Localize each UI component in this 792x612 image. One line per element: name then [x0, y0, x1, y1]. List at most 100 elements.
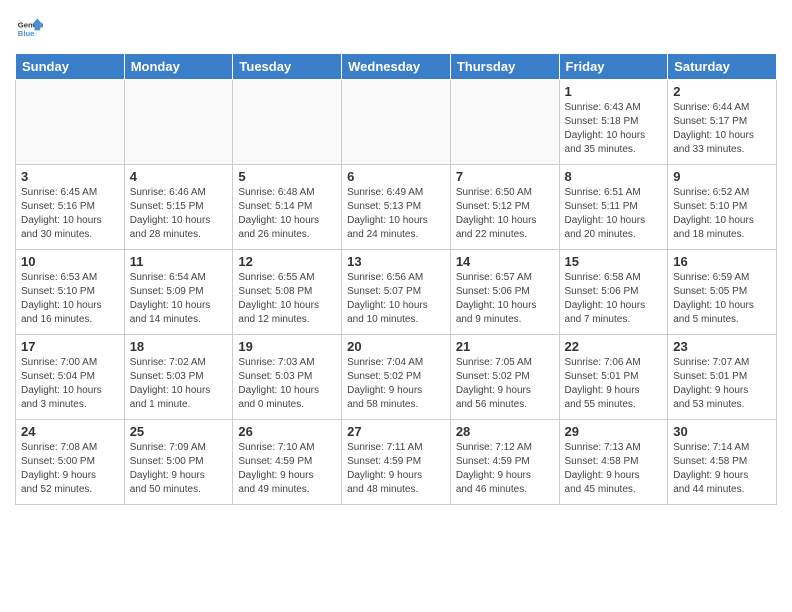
calendar-day-cell: 12 Sunrise: 6:55 AMSunset: 5:08 PMDayligh… — [233, 250, 342, 335]
calendar-day-cell — [124, 80, 233, 165]
day-info: Sunrise: 6:54 AMSunset: 5:09 PMDaylight:… — [130, 271, 228, 327]
calendar-day-cell: 21Sunrise: 7:05 AMSunset: 5:02 PMDayligh… — [450, 335, 559, 420]
day-info: Sunrise: 6:59 AMSunset: 5:05 PMDaylight:… — [673, 271, 771, 327]
day-info: Sunrise: 6:58 AMSunset: 5:06 PMDaylight:… — [565, 271, 663, 327]
day-info: Sunrise: 6:53 AMSunset: 5:10 PMDaylight:… — [21, 271, 119, 327]
calendar-day-cell: 16 Sunrise: 6:59 AMSunset: 5:05 PMDayligh… — [668, 250, 777, 335]
day-info: Sunrise: 7:00 AMSunset: 5:04 PMDaylight:… — [21, 356, 119, 412]
day-number: 18 — [130, 339, 228, 354]
weekday-header-cell: Tuesday — [233, 54, 342, 80]
calendar-day-cell: 24 Sunrise: 7:08 AMSunset: 5:00 PMDayligh… — [16, 420, 125, 505]
calendar-day-cell: 9 Sunrise: 6:52 AMSunset: 5:10 PMDaylight… — [668, 165, 777, 250]
calendar-day-cell: 27 Sunrise: 7:11 AMSunset: 4:59 PMDayligh… — [342, 420, 451, 505]
weekday-header-cell: Monday — [124, 54, 233, 80]
day-number: 29 — [565, 424, 663, 439]
day-number: 16 — [673, 254, 771, 269]
day-info: Sunrise: 7:12 AMSunset: 4:59 PMDaylight:… — [456, 441, 554, 497]
day-number: 15 — [565, 254, 663, 269]
day-number: 24 — [21, 424, 119, 439]
day-info: Sunrise: 6:50 AMSunset: 5:12 PMDaylight:… — [456, 186, 554, 242]
day-number: 14 — [456, 254, 554, 269]
calendar-day-cell: 1Sunrise: 6:43 AMSunset: 5:18 PMDaylight… — [559, 80, 668, 165]
day-number: 30 — [673, 424, 771, 439]
day-number: 4 — [130, 169, 228, 184]
calendar-week-row: 24 Sunrise: 7:08 AMSunset: 5:00 PMDayligh… — [16, 420, 777, 505]
calendar-day-cell: 20 Sunrise: 7:04 AMSunset: 5:02 PMDayligh… — [342, 335, 451, 420]
day-info: Sunrise: 7:09 AMSunset: 5:00 PMDaylight:… — [130, 441, 228, 497]
day-info: Sunrise: 6:46 AMSunset: 5:15 PMDaylight:… — [130, 186, 228, 242]
calendar-week-row: 10 Sunrise: 6:53 AMSunset: 5:10 PMDayligh… — [16, 250, 777, 335]
day-info: Sunrise: 7:04 AMSunset: 5:02 PMDaylight:… — [347, 356, 445, 412]
calendar-day-cell: 26 Sunrise: 7:10 AMSunset: 4:59 PMDayligh… — [233, 420, 342, 505]
day-info: Sunrise: 6:45 AMSunset: 5:16 PMDaylight:… — [21, 186, 119, 242]
calendar-body: 1Sunrise: 6:43 AMSunset: 5:18 PMDaylight… — [16, 80, 777, 505]
day-number: 11 — [130, 254, 228, 269]
day-number: 26 — [238, 424, 336, 439]
day-number: 27 — [347, 424, 445, 439]
calendar-day-cell: 3 Sunrise: 6:45 AMSunset: 5:16 PMDaylight… — [16, 165, 125, 250]
calendar-day-cell — [342, 80, 451, 165]
day-number: 19 — [238, 339, 336, 354]
calendar: SundayMondayTuesdayWednesdayThursdayFrid… — [15, 53, 777, 505]
day-number: 17 — [21, 339, 119, 354]
day-info: Sunrise: 7:07 AMSunset: 5:01 PMDaylight:… — [673, 356, 771, 412]
day-info: Sunrise: 6:52 AMSunset: 5:10 PMDaylight:… — [673, 186, 771, 242]
weekday-header-cell: Friday — [559, 54, 668, 80]
day-info: Sunrise: 7:14 AMSunset: 4:58 PMDaylight:… — [673, 441, 771, 497]
calendar-day-cell: 14 Sunrise: 6:57 AMSunset: 5:06 PMDayligh… — [450, 250, 559, 335]
calendar-day-cell: 6Sunrise: 6:49 AMSunset: 5:13 PMDaylight… — [342, 165, 451, 250]
day-number: 22 — [565, 339, 663, 354]
calendar-day-cell: 23 Sunrise: 7:07 AMSunset: 5:01 PMDayligh… — [668, 335, 777, 420]
logo: General Blue — [15, 15, 43, 43]
calendar-day-cell: 25Sunrise: 7:09 AMSunset: 5:00 PMDayligh… — [124, 420, 233, 505]
day-info: Sunrise: 7:13 AMSunset: 4:58 PMDaylight:… — [565, 441, 663, 497]
day-number: 2 — [673, 84, 771, 99]
day-info: Sunrise: 6:44 AMSunset: 5:17 PMDaylight:… — [673, 101, 771, 157]
weekday-header: SundayMondayTuesdayWednesdayThursdayFrid… — [16, 54, 777, 80]
calendar-day-cell: 5 Sunrise: 6:48 AMSunset: 5:14 PMDaylight… — [233, 165, 342, 250]
header: General Blue — [15, 15, 777, 43]
day-info: Sunrise: 7:02 AMSunset: 5:03 PMDaylight:… — [130, 356, 228, 412]
day-number: 3 — [21, 169, 119, 184]
day-info: Sunrise: 6:56 AMSunset: 5:07 PMDaylight:… — [347, 271, 445, 327]
calendar-day-cell: 18 Sunrise: 7:02 AMSunset: 5:03 PMDayligh… — [124, 335, 233, 420]
day-info: Sunrise: 7:06 AMSunset: 5:01 PMDaylight:… — [565, 356, 663, 412]
day-number: 7 — [456, 169, 554, 184]
calendar-day-cell: 7 Sunrise: 6:50 AMSunset: 5:12 PMDaylight… — [450, 165, 559, 250]
svg-text:Blue: Blue — [18, 29, 35, 38]
day-number: 10 — [21, 254, 119, 269]
day-number: 23 — [673, 339, 771, 354]
calendar-day-cell: 8 Sunrise: 6:51 AMSunset: 5:11 PMDaylight… — [559, 165, 668, 250]
logo-icon: General Blue — [15, 15, 43, 43]
weekday-header-cell: Sunday — [16, 54, 125, 80]
calendar-week-row: 17 Sunrise: 7:00 AMSunset: 5:04 PMDayligh… — [16, 335, 777, 420]
weekday-header-cell: Thursday — [450, 54, 559, 80]
calendar-day-cell: 28Sunrise: 7:12 AMSunset: 4:59 PMDayligh… — [450, 420, 559, 505]
day-info: Sunrise: 6:49 AMSunset: 5:13 PMDaylight:… — [347, 186, 445, 242]
calendar-day-cell — [450, 80, 559, 165]
day-info: Sunrise: 6:57 AMSunset: 5:06 PMDaylight:… — [456, 271, 554, 327]
day-number: 13 — [347, 254, 445, 269]
day-info: Sunrise: 7:11 AMSunset: 4:59 PMDaylight:… — [347, 441, 445, 497]
calendar-week-row: 1Sunrise: 6:43 AMSunset: 5:18 PMDaylight… — [16, 80, 777, 165]
day-number: 9 — [673, 169, 771, 184]
weekday-header-cell: Wednesday — [342, 54, 451, 80]
calendar-day-cell: 11 Sunrise: 6:54 AMSunset: 5:09 PMDayligh… — [124, 250, 233, 335]
day-info: Sunrise: 6:51 AMSunset: 5:11 PMDaylight:… — [565, 186, 663, 242]
day-info: Sunrise: 6:55 AMSunset: 5:08 PMDaylight:… — [238, 271, 336, 327]
day-number: 8 — [565, 169, 663, 184]
day-info: Sunrise: 6:48 AMSunset: 5:14 PMDaylight:… — [238, 186, 336, 242]
day-info: Sunrise: 7:10 AMSunset: 4:59 PMDaylight:… — [238, 441, 336, 497]
day-info: Sunrise: 7:03 AMSunset: 5:03 PMDaylight:… — [238, 356, 336, 412]
day-number: 20 — [347, 339, 445, 354]
day-info: Sunrise: 6:43 AMSunset: 5:18 PMDaylight:… — [565, 101, 663, 157]
calendar-day-cell: 19 Sunrise: 7:03 AMSunset: 5:03 PMDayligh… — [233, 335, 342, 420]
calendar-day-cell: 10 Sunrise: 6:53 AMSunset: 5:10 PMDayligh… — [16, 250, 125, 335]
day-number: 5 — [238, 169, 336, 184]
weekday-header-cell: Saturday — [668, 54, 777, 80]
day-number: 12 — [238, 254, 336, 269]
calendar-day-cell: 2 Sunrise: 6:44 AMSunset: 5:17 PMDaylight… — [668, 80, 777, 165]
calendar-day-cell: 13 Sunrise: 6:56 AMSunset: 5:07 PMDayligh… — [342, 250, 451, 335]
day-info: Sunrise: 7:08 AMSunset: 5:00 PMDaylight:… — [21, 441, 119, 497]
calendar-day-cell — [16, 80, 125, 165]
